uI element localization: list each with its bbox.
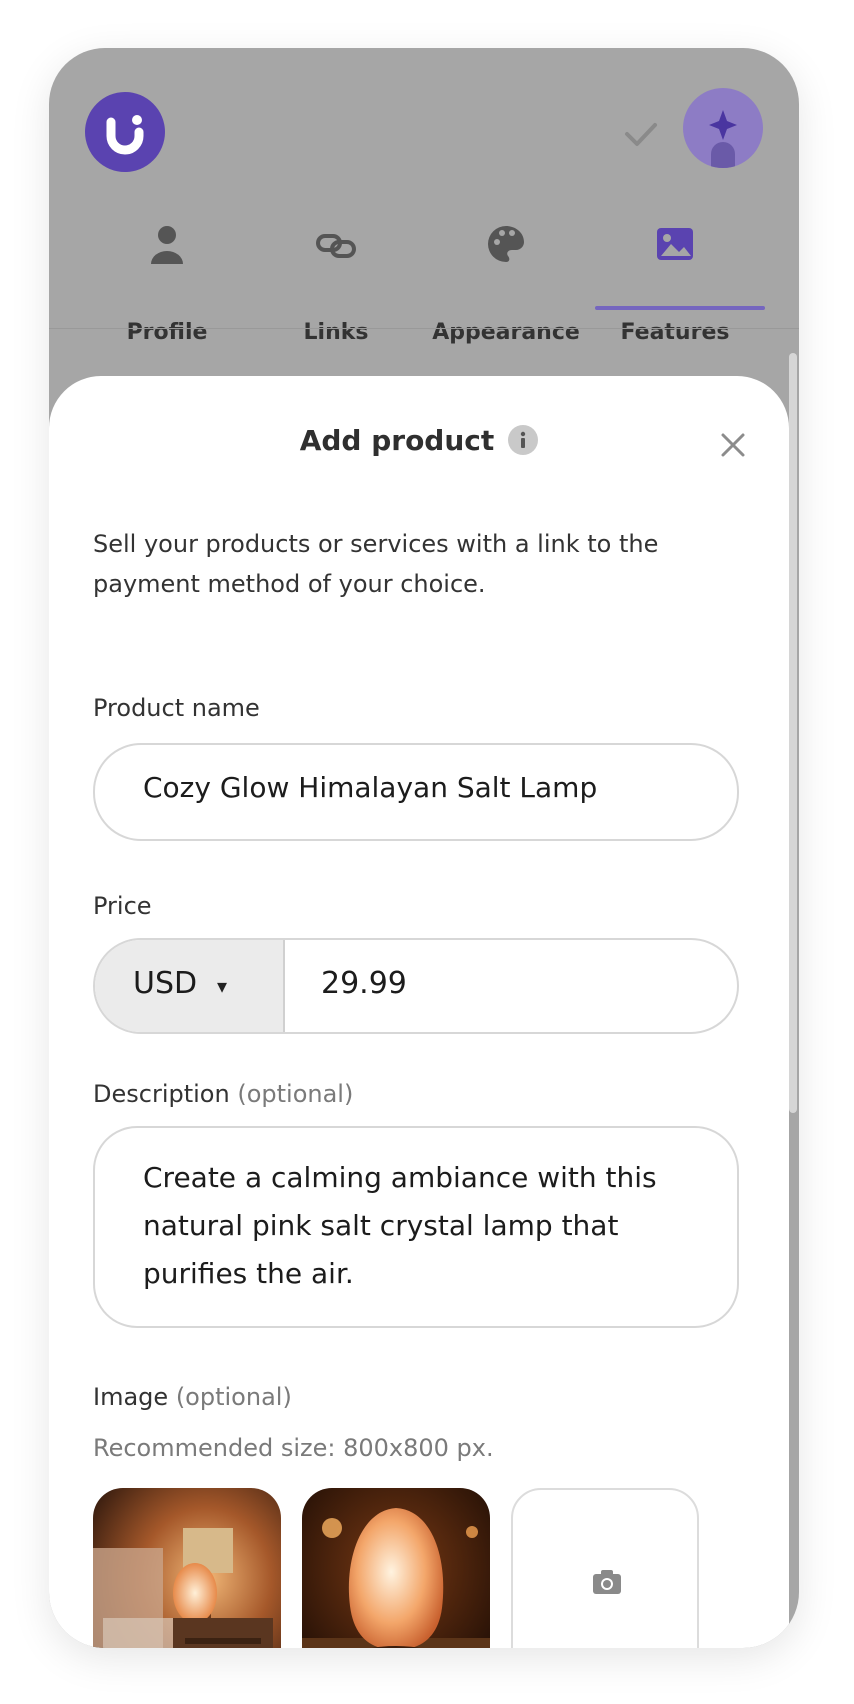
- tab-label: Links: [303, 320, 369, 345]
- product-image-thumbnail[interactable]: [302, 1488, 490, 1648]
- price-field-group: USD ▾ 29.99: [93, 938, 739, 1034]
- add-product-modal: Add product Sell your products or servic…: [49, 376, 789, 1648]
- tab-profile[interactable]: Profile: [87, 216, 247, 361]
- image-size-hint: Recommended size: 800x800 px.: [93, 1434, 494, 1462]
- description-field[interactable]: Create a calming ambiance with this natu…: [93, 1126, 739, 1328]
- link-icon: [316, 234, 356, 258]
- description-label: Description (optional): [93, 1080, 353, 1108]
- header-divider: [49, 328, 799, 329]
- optional-tag: (optional): [237, 1080, 354, 1108]
- modal-title: Add product: [49, 422, 789, 457]
- info-icon[interactable]: [508, 425, 539, 455]
- product-name-label: Product name: [93, 694, 260, 722]
- tab-appearance[interactable]: Appearance: [426, 216, 586, 361]
- scrollbar[interactable]: [789, 353, 797, 1113]
- price-label: Price: [93, 892, 152, 920]
- product-name-value: Cozy Glow Himalayan Salt Lamp: [143, 771, 598, 804]
- active-tab-indicator: [595, 306, 765, 310]
- tab-bar: Profile Links Appearance Features: [49, 216, 799, 361]
- modal-title-text: Add product: [299, 423, 495, 457]
- description-value: Create a calming ambiance with this natu…: [143, 1161, 657, 1290]
- product-name-field[interactable]: Cozy Glow Himalayan Salt Lamp: [93, 743, 739, 841]
- chevron-down-icon: ▾: [217, 974, 228, 998]
- modal-intro: Sell your products or services with a li…: [93, 530, 659, 598]
- brand-logo-icon[interactable]: [85, 92, 165, 172]
- currency-value: USD: [133, 966, 198, 1001]
- description-label-text: Description: [93, 1080, 230, 1108]
- currency-select[interactable]: USD ▾: [95, 940, 285, 1032]
- product-image-thumbnail[interactable]: [93, 1488, 281, 1648]
- tab-label: Features: [620, 320, 730, 345]
- tab-label: Appearance: [432, 320, 580, 345]
- phone-frame: Profile Links Appearance Features Add pr…: [49, 48, 799, 1648]
- ai-sparkle-avatar-icon[interactable]: [683, 88, 763, 168]
- tab-features[interactable]: Features: [595, 216, 755, 361]
- camera-icon: [593, 1570, 621, 1594]
- image-icon: [657, 228, 693, 260]
- check-icon[interactable]: [621, 113, 661, 153]
- tab-label: Profile: [126, 320, 208, 345]
- tab-links[interactable]: Links: [256, 216, 416, 361]
- palette-icon: [488, 226, 524, 262]
- price-amount-input[interactable]: 29.99: [321, 966, 407, 1001]
- person-icon: [151, 226, 183, 264]
- add-image-button[interactable]: [511, 1488, 699, 1648]
- image-label-text: Image: [93, 1383, 169, 1411]
- close-icon[interactable]: [719, 431, 747, 459]
- image-label: Image (optional): [93, 1383, 292, 1411]
- optional-tag: (optional): [175, 1383, 292, 1411]
